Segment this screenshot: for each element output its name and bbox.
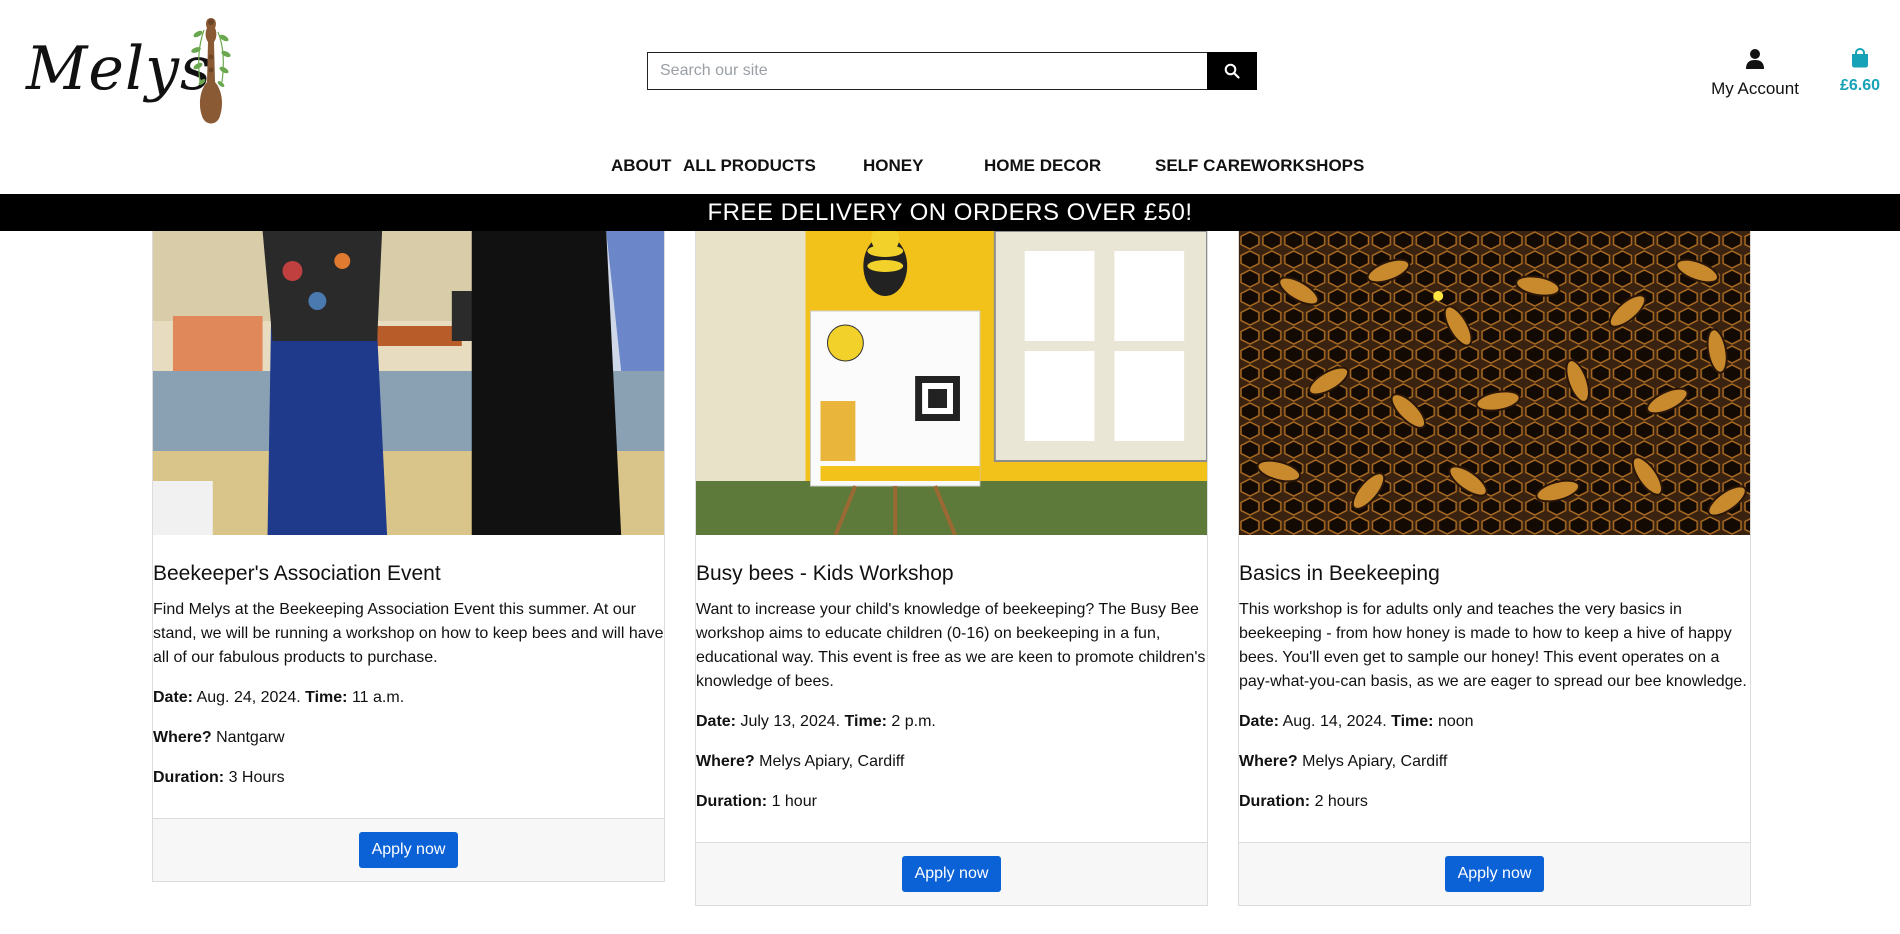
card-date-time: Date: Aug. 14, 2024. Time: noon — [1239, 710, 1750, 734]
date-label: Date: — [696, 713, 737, 731]
nav-item-honey[interactable]: HONEY — [863, 156, 923, 176]
time-label: Time: — [1391, 713, 1434, 731]
duration-label: Duration: — [153, 769, 225, 787]
user-icon — [1746, 49, 1764, 69]
card-description: Want to increase your child's knowledge … — [696, 601, 1206, 691]
where-label: Where? — [696, 753, 755, 771]
card-footer: Apply now — [1239, 842, 1750, 906]
where-value: Nantgarw — [216, 729, 285, 747]
duration-value: 1 hour — [771, 793, 817, 811]
where-value: Melys Apiary, Cardiff — [1302, 753, 1448, 771]
time-label: Time: — [305, 689, 348, 707]
duration-label: Duration: — [1239, 793, 1311, 811]
search-input[interactable] — [647, 52, 1207, 90]
card-duration: Duration: 3 Hours — [153, 766, 664, 790]
date-value: July 13, 2024. — [740, 713, 841, 731]
card-footer: Apply now — [153, 818, 664, 882]
time-value: 11 a.m. — [351, 689, 405, 707]
main-nav: ABOUT ALL PRODUCTS HONEY HOME DECOR SELF… — [0, 150, 1900, 180]
love-spoon-icon — [191, 18, 231, 124]
where-label: Where? — [153, 729, 212, 747]
card-date-time: Date: July 13, 2024. Time: 2 p.m. — [696, 710, 1207, 734]
card-where: Where? Nantgarw — [153, 726, 664, 750]
shopping-bag-icon — [1852, 47, 1868, 68]
workshop-card: Beekeeper's Association Event Find Melys… — [152, 231, 665, 883]
card-title: Beekeeper's Association Event — [153, 562, 441, 585]
site-header: Melys Search our site My Account £6.60 A… — [0, 0, 1900, 194]
date-value: Aug. 14, 2024. — [1282, 713, 1387, 731]
date-label: Date: — [153, 689, 194, 707]
workshop-card: Busy bees - Kids Workshop Want to increa… — [695, 231, 1208, 907]
nav-item-about[interactable]: ABOUT — [611, 156, 671, 176]
card-duration: Duration: 2 hours — [1239, 790, 1750, 814]
duration-label: Duration: — [696, 793, 768, 811]
card-footer: Apply now — [696, 842, 1207, 906]
apply-now-button[interactable]: Apply now — [358, 832, 459, 869]
my-account-link[interactable]: My Account — [1700, 48, 1810, 99]
nav-item-all-products[interactable]: ALL PRODUCTS — [683, 156, 816, 176]
time-value: noon — [1437, 713, 1474, 731]
bag-total: £6.60 — [1839, 77, 1881, 94]
event-photo — [153, 231, 664, 535]
card-duration: Duration: 1 hour — [696, 790, 1207, 814]
my-account-label: My Account — [1711, 79, 1799, 98]
nav-item-self-care[interactable]: SELF CARE — [1155, 156, 1251, 176]
duration-value: 2 hours — [1314, 793, 1368, 811]
where-label: Where? — [1239, 753, 1298, 771]
apply-now-button[interactable]: Apply now — [901, 856, 1002, 893]
nav-item-home-decor[interactable]: HOME DECOR — [984, 156, 1101, 176]
card-title: Busy bees - Kids Workshop — [696, 562, 954, 585]
card-where: Where? Melys Apiary, Cardiff — [1239, 750, 1750, 774]
card-date-time: Date: Aug. 24, 2024. Time: 11 a.m. — [153, 686, 664, 710]
site-search — [647, 52, 1257, 90]
date-label: Date: — [1239, 713, 1280, 731]
apply-now-button[interactable]: Apply now — [1444, 856, 1545, 893]
event-photo — [696, 231, 1207, 535]
card-where: Where? Melys Apiary, Cardiff — [696, 750, 1207, 774]
search-button[interactable] — [1207, 52, 1257, 90]
card-title: Basics in Beekeeping — [1239, 562, 1440, 585]
where-value: Melys Apiary, Cardiff — [759, 753, 905, 771]
duration-value: 3 Hours — [228, 769, 285, 787]
card-description: This workshop is for adults only and tea… — [1239, 601, 1747, 691]
event-photo — [1239, 231, 1750, 535]
card-description: Find Melys at the Beekeeping Association… — [153, 601, 664, 667]
time-value: 2 p.m. — [891, 713, 936, 731]
site-logo[interactable]: Melys — [26, 12, 231, 130]
date-value: Aug. 24, 2024. — [196, 689, 301, 707]
shopping-bag-link[interactable]: £6.60 — [1830, 47, 1890, 95]
nav-item-workshops[interactable]: WORKSHOPS — [1251, 156, 1364, 176]
time-label: Time: — [844, 713, 887, 731]
workshop-card: Basics in Beekeeping This workshop is fo… — [1238, 231, 1751, 907]
search-icon — [1224, 63, 1240, 79]
free-delivery-banner: FREE DELIVERY ON ORDERS OVER £50! — [0, 194, 1900, 231]
